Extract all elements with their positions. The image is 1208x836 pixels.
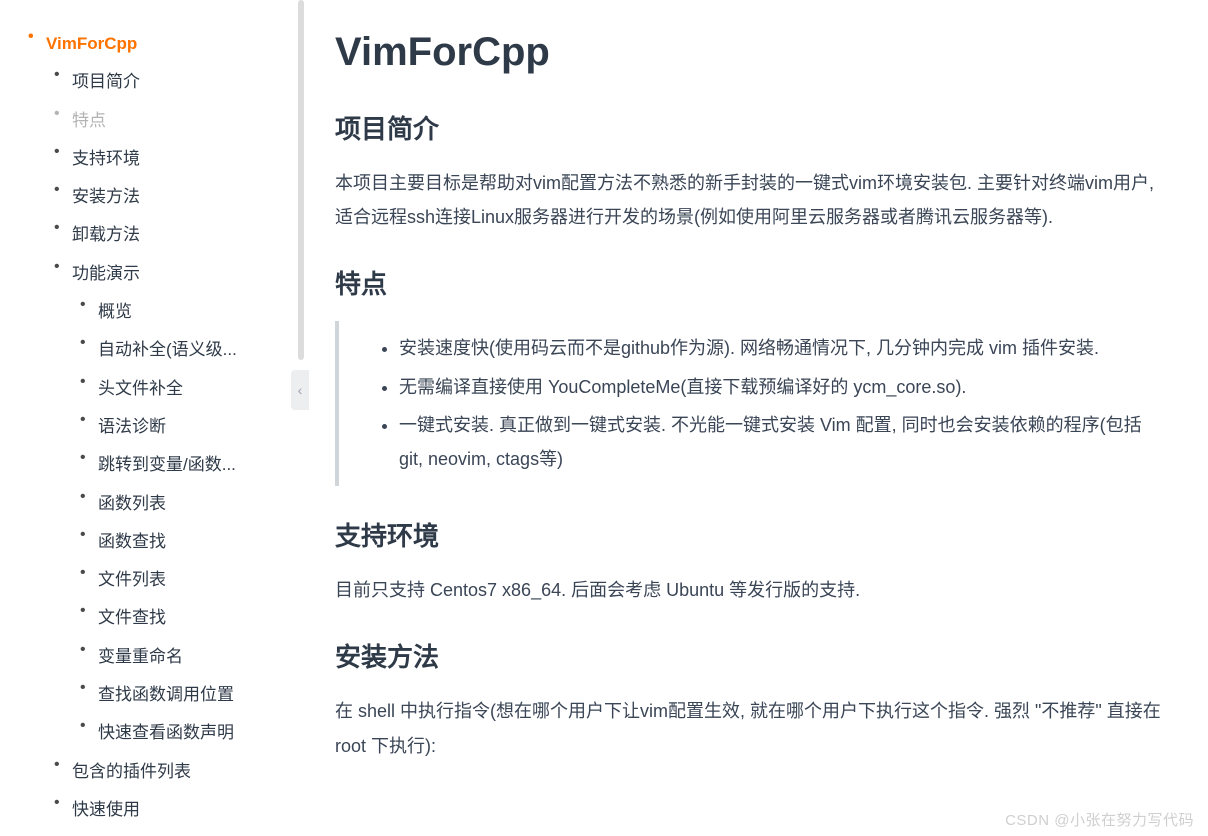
toc-item-plugins[interactable]: 包含的插件列表 [46, 756, 285, 788]
toc-item-window-a[interactable]: 窗口(a) [72, 832, 285, 836]
toc-item-funclist[interactable]: 函数列表 [72, 488, 285, 520]
toc-item-funcdecl[interactable]: 快速查看函数声明 [72, 717, 285, 749]
toc-item-funccall[interactable]: 查找函数调用位置 [72, 679, 285, 711]
toc-item-feature[interactable]: 特点 [46, 105, 285, 137]
toc-item-install[interactable]: 安装方法 [46, 181, 285, 213]
toc-link[interactable]: 支持环境 [72, 143, 140, 175]
page-title: VimForCpp [335, 30, 1168, 75]
heading-install: 安装方法 [335, 637, 1168, 674]
heading-intro: 项目简介 [335, 109, 1168, 146]
toc-item-funcfind[interactable]: 函数查找 [72, 526, 285, 558]
chevron-left-icon: ‹ [298, 382, 303, 398]
toc-link[interactable]: 文件查找 [98, 602, 166, 634]
toc-item-filefind[interactable]: 文件查找 [72, 602, 285, 634]
toc-link[interactable]: 头文件补全 [98, 373, 183, 405]
heading-feature: 特点 [335, 264, 1168, 301]
toc-link[interactable]: 安装方法 [72, 181, 140, 213]
feature-item: 无需编译直接使用 YouCompleteMe(直接下载预编译好的 ycm_cor… [399, 370, 1168, 404]
sidebar-collapse-button[interactable]: ‹ [291, 370, 309, 410]
toc-item-vimforcpp[interactable]: VimForCpp 项目简介 特点 支持环境 安装方法 卸载方法 功能演示 概览… [20, 28, 285, 836]
toc-link[interactable]: 自动补全(语义级... [98, 334, 237, 366]
toc-link[interactable]: 快速使用 [72, 794, 140, 826]
toc-item-env[interactable]: 支持环境 [46, 143, 285, 175]
toc-link[interactable]: 项目简介 [72, 66, 140, 98]
toc-link[interactable]: 文件列表 [98, 564, 166, 596]
toc-link[interactable]: 查找函数调用位置 [98, 679, 234, 711]
env-paragraph: 目前只支持 Centos7 x86_64. 后面会考虑 Ubuntu 等发行版的… [335, 573, 1168, 607]
toc-item-quickuse[interactable]: 快速使用 窗口(a) [46, 794, 285, 836]
toc-link[interactable]: 跳转到变量/函数... [98, 449, 236, 481]
toc-item-syntax[interactable]: 语法诊断 [72, 411, 285, 443]
toc-item-uninstall[interactable]: 卸载方法 [46, 219, 285, 251]
toc-item-rename[interactable]: 变量重命名 [72, 641, 285, 673]
toc-link[interactable]: 函数查找 [98, 526, 166, 558]
toc-link[interactable]: 特点 [72, 105, 106, 137]
heading-env: 支持环境 [335, 516, 1168, 553]
toc-item-demo[interactable]: 功能演示 概览 自动补全(语义级... 头文件补全 语法诊断 跳转到变量/函数.… [46, 258, 285, 750]
feature-block: 安装速度快(使用码云而不是github作为源). 网络畅通情况下, 几分钟内完成… [335, 321, 1168, 486]
toc-link[interactable]: 包含的插件列表 [72, 756, 191, 788]
intro-paragraph: 本项目主要目标是帮助对vim配置方法不熟悉的新手封装的一键式vim环境安装包. … [335, 166, 1168, 234]
feature-item: 一键式安装. 真正做到一键式安装. 不光能一键式安装 Vim 配置, 同时也会安… [399, 408, 1168, 476]
toc-sidebar: VimForCpp 项目简介 特点 支持环境 安装方法 卸载方法 功能演示 概览… [0, 0, 295, 836]
sidebar-divider: ‹ [298, 0, 304, 836]
feature-item: 安装速度快(使用码云而不是github作为源). 网络畅通情况下, 几分钟内完成… [399, 331, 1168, 365]
toc-item-header-complete[interactable]: 头文件补全 [72, 373, 285, 405]
toc-item-filelist[interactable]: 文件列表 [72, 564, 285, 596]
scrollbar-track[interactable] [298, 0, 304, 360]
install-paragraph: 在 shell 中执行指令(想在哪个用户下让vim配置生效, 就在哪个用户下执行… [335, 694, 1168, 762]
toc-item-jump[interactable]: 跳转到变量/函数... [72, 449, 285, 481]
toc-item-autocomplete[interactable]: 自动补全(语义级... [72, 334, 285, 366]
toc-link[interactable]: 卸载方法 [72, 219, 140, 251]
toc-link[interactable]: 概览 [98, 296, 132, 328]
toc-item-intro[interactable]: 项目简介 [46, 66, 285, 98]
toc-link[interactable]: 窗口(a) [98, 832, 153, 836]
toc-link[interactable]: 功能演示 [72, 258, 140, 290]
toc-item-overview[interactable]: 概览 [72, 296, 285, 328]
toc-link[interactable]: VimForCpp [46, 28, 137, 60]
toc-link[interactable]: 变量重命名 [98, 641, 183, 673]
toc-root: VimForCpp 项目简介 特点 支持环境 安装方法 卸载方法 功能演示 概览… [20, 28, 285, 836]
toc-link[interactable]: 语法诊断 [98, 411, 166, 443]
toc-link[interactable]: 函数列表 [98, 488, 166, 520]
toc-link[interactable]: 快速查看函数声明 [98, 717, 234, 749]
feature-list: 安装速度快(使用码云而不是github作为源). 网络畅通情况下, 几分钟内完成… [343, 331, 1168, 476]
main-content: VimForCpp 项目简介 本项目主要目标是帮助对vim配置方法不熟悉的新手封… [295, 0, 1208, 836]
